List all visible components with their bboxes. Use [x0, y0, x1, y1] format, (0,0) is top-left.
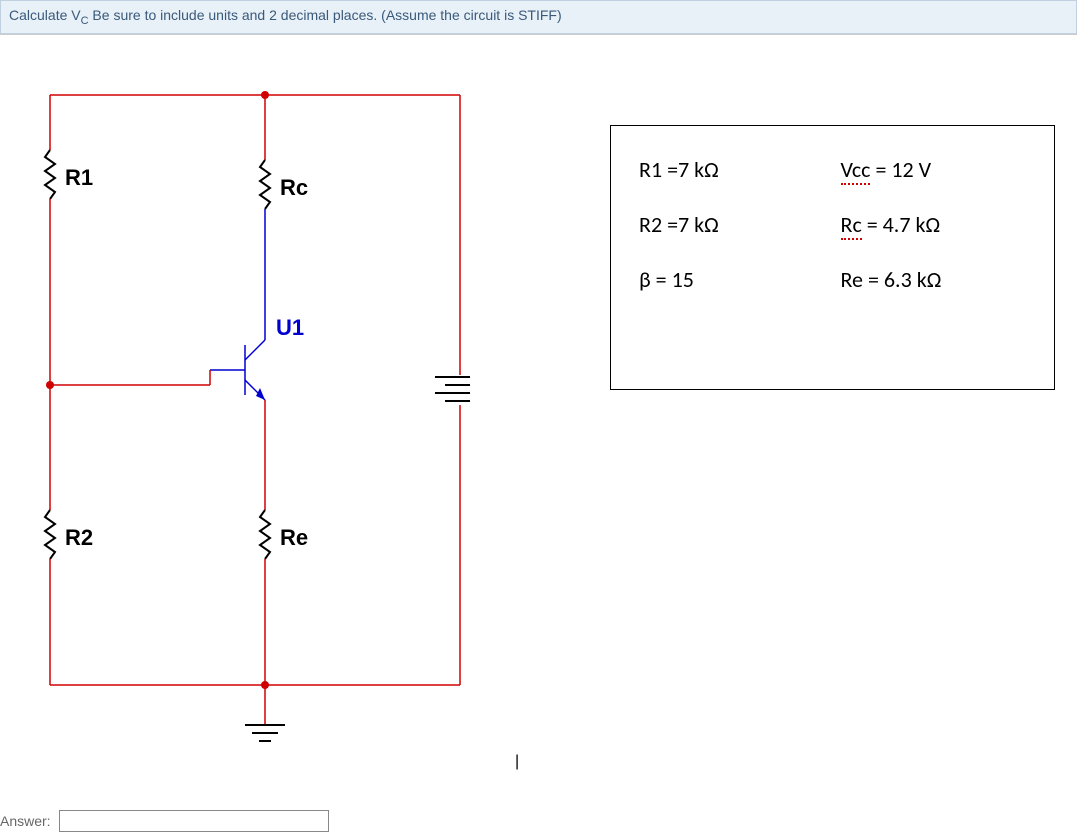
param-beta: β = 15: [631, 261, 833, 298]
param-rc-val: = 4.7 kΩ: [862, 211, 940, 238]
parameters-box: R1 =7 kΩ Vcc = 12 V R2 =7 kΩ Rc = 4.7 kΩ…: [610, 125, 1055, 390]
question-text-before: Calculate V: [9, 7, 81, 23]
main-content-area: R1 Rc U1 R2 Re Vcc R1 =7 kΩ Vcc = 12 V R…: [0, 34, 1077, 35]
label-re: Re: [280, 525, 308, 550]
param-vcc: Vcc = 12 V: [833, 151, 1035, 188]
label-u1: U1: [276, 315, 304, 340]
label-rc: Rc: [280, 175, 308, 200]
param-rc: Rc = 4.7 kΩ: [833, 206, 1035, 243]
question-text-after: Be sure to include units and 2 decimal p…: [89, 7, 562, 23]
answer-row: Answer:: [0, 810, 329, 832]
param-re: Re = 6.3 kΩ: [833, 261, 1035, 298]
param-r2: R2 =7 kΩ: [631, 206, 833, 243]
param-vcc-val: = 12 V: [870, 156, 931, 183]
circuit-diagram: R1 Rc U1 R2 Re Vcc: [40, 85, 470, 745]
param-rc-label: Rc: [841, 211, 862, 240]
text-cursor-mark: |: [515, 753, 519, 771]
label-r1: R1: [65, 165, 93, 190]
label-r2: R2: [65, 525, 93, 550]
answer-input[interactable]: [59, 810, 329, 832]
param-r1: R1 =7 kΩ: [631, 151, 833, 188]
param-vcc-label: Vcc: [841, 156, 871, 185]
question-subscript: C: [81, 15, 89, 27]
question-header: Calculate VC Be sure to include units an…: [0, 0, 1077, 34]
answer-label: Answer:: [0, 813, 51, 829]
